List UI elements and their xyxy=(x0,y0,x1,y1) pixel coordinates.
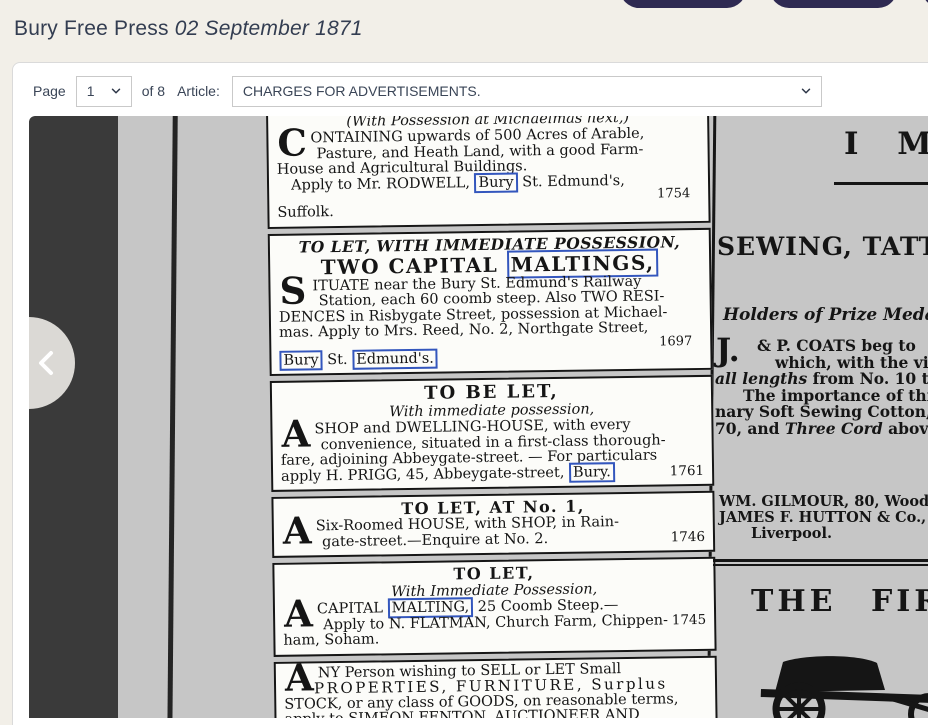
advertisements-column: (With Possession at Michaelmas next,)CON… xyxy=(266,116,718,718)
page-total-label: of 8 xyxy=(142,83,165,99)
agents-address-text: WM. GILMOUR, 80, Wood-stJAMES F. HUTTON … xyxy=(719,494,928,542)
publication-date: 02 September 1871 xyxy=(175,17,363,40)
newspaper-ad: ANY Person wishing to SELL or LET SmallP… xyxy=(274,655,718,718)
scan-fold-line xyxy=(167,116,178,718)
header-action-button-1[interactable] xyxy=(620,0,746,8)
header-action-button-3[interactable] xyxy=(922,0,928,8)
newspaper-ad: TO BE LET,With immediate possession,A SH… xyxy=(270,375,715,492)
chevron-down-icon xyxy=(799,84,813,98)
publication-name: Bury Free Press xyxy=(14,17,169,40)
scan-left-margin xyxy=(29,116,118,718)
masthead-partial-text: I M xyxy=(844,126,928,162)
article-select-value: CHARGES FOR ADVERTISEMENTS. xyxy=(243,83,481,99)
chevron-left-icon xyxy=(34,348,58,378)
newspaper-archive-page: { "header": { "title": "Bury Free Press"… xyxy=(0,0,928,725)
page-select[interactable]: 1 xyxy=(76,76,132,107)
scan-text-line: 70, and Three Cord above th xyxy=(715,421,928,438)
newspaper-ad: TO LET, AT No. 1,A Six-Roomed HOUSE, wit… xyxy=(271,491,715,558)
scan-text-line: Liverpool. xyxy=(719,526,928,542)
scan-text-line: WM. GILMOUR, 80, Wood-st xyxy=(719,494,928,510)
right-column-subheading: Holders of Prize Medals xyxy=(723,305,928,325)
search-highlight-box: Edmund's. xyxy=(352,348,438,369)
newspaper-ad: TO LET, WITH IMMEDIATE POSSESSION,TWO CA… xyxy=(268,227,713,376)
page-label: Page xyxy=(33,83,66,99)
viewer-toolbar: Page 1 of 8 Article: CHARGES FOR ADVERTI… xyxy=(33,75,822,107)
page-title: Bury Free Press 02 September 1871 xyxy=(14,17,363,41)
article-select[interactable]: CHARGES FOR ADVERTISEMENTS. xyxy=(232,76,822,107)
right-column-heading: SEWING, TATTI xyxy=(717,232,928,261)
newspaper-ad: TO LET,With Immediate Possession,A CAPIT… xyxy=(272,557,716,657)
search-highlight-box: Bury xyxy=(279,350,322,371)
right-column-heading-2: THE FIRS xyxy=(751,584,928,619)
horizontal-rule xyxy=(834,182,928,185)
scan-text-line: JAMES F. HUTTON & Co., T xyxy=(719,510,928,526)
header-action-button-2[interactable] xyxy=(770,0,897,8)
viewer-panel: Page 1 of 8 Article: CHARGES FOR ADVERTI… xyxy=(12,62,928,725)
search-highlight-box: Bury. xyxy=(569,462,615,483)
cart-wagon-illustration xyxy=(747,656,928,718)
chevron-down-icon xyxy=(109,84,123,98)
search-highlight-box: Bury xyxy=(474,172,517,193)
coats-ad-text: J. & P. COATS beg towhich, with the view… xyxy=(715,338,928,437)
newspaper-ad: (With Possession at Michaelmas next,)CON… xyxy=(266,116,711,228)
page-select-value: 1 xyxy=(87,83,95,99)
article-label: Article: xyxy=(177,83,220,99)
newspaper-scan-viewport[interactable]: (With Possession at Michaelmas next,)CON… xyxy=(29,116,928,718)
scan-text-line: ham, Soham. xyxy=(283,628,706,649)
double-rule xyxy=(713,559,928,566)
